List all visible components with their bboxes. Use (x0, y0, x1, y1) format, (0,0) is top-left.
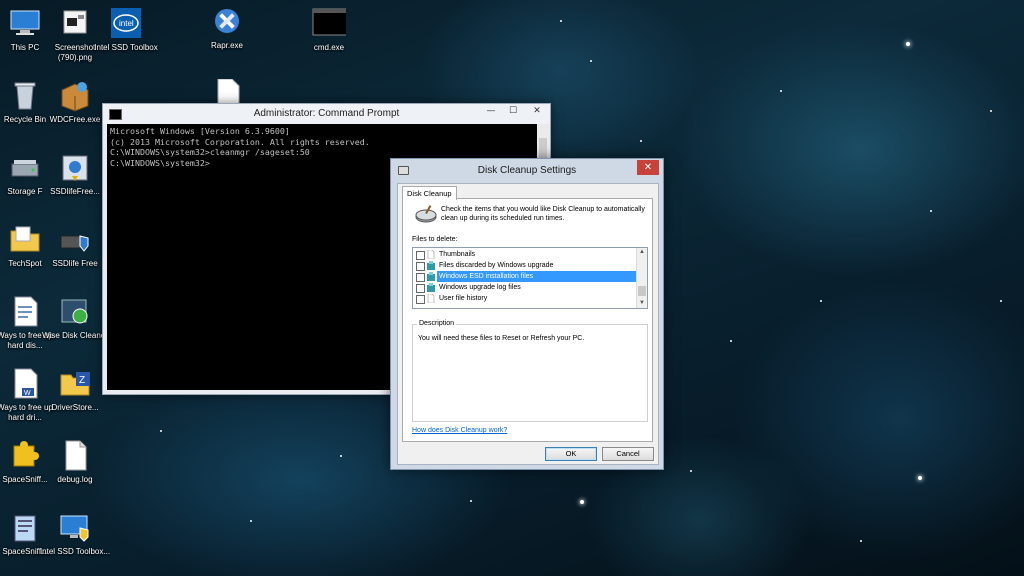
console-line: C:\WINDOWS\system32>cleanmgr /sageset:50 (110, 147, 310, 157)
list-item[interactable]: User file history (413, 293, 636, 304)
description-text: You will need these files to Reset or Re… (418, 335, 585, 342)
text-file-icon (58, 438, 92, 472)
checkbox[interactable] (416, 295, 425, 304)
list-item-label: Files discarded by Windows upgrade (439, 262, 554, 269)
desktop-icon-label: WDCFree.exe (49, 115, 101, 124)
box-icon (58, 78, 92, 112)
desktop-icon-intel-ssd-toolbox-2[interactable]: Intel SSD Toolbox... (39, 510, 111, 557)
description-group: Description You will need these files to… (412, 320, 648, 422)
desktop-icon-label: debug.log (57, 475, 93, 484)
intel-icon: intel (109, 6, 143, 40)
desktop-icon-label: Wise Disk Cleaner (42, 331, 108, 340)
tab-disk-cleanup[interactable]: Disk Cleanup (402, 186, 457, 200)
desktop-icon-label: cmd.exe (313, 43, 345, 52)
wrench-icon (210, 4, 244, 38)
disk-cleanup-icon (415, 205, 437, 223)
recycle-files-icon (427, 283, 435, 292)
desktop-icon-label: Intel SSD Toolbox... (39, 547, 111, 556)
recycle-files-icon (427, 261, 435, 270)
dialog-body: Disk Cleanup Check the items that you wo… (397, 183, 659, 465)
scroll-down-icon[interactable]: ▼ (637, 299, 647, 308)
scrollbar-thumb[interactable] (638, 286, 646, 296)
dialog-title: Disk Cleanup Settings (477, 165, 577, 176)
list-item[interactable]: Thumbnails (413, 249, 636, 260)
notepad-icon (8, 510, 42, 544)
help-link[interactable]: How does Disk Cleanup work? (412, 427, 507, 434)
recycle-bin-icon (8, 78, 42, 112)
image-file-icon (58, 6, 92, 40)
list-item-label: User file history (439, 295, 488, 302)
desktop-icon-rapr[interactable]: Rapr.exe (191, 4, 263, 51)
files-to-delete-list[interactable]: Thumbnails Files discarded by Windows up… (412, 247, 648, 309)
desktop-icon-driverstore[interactable]: Z DriverStore... (39, 366, 111, 413)
desktop-icon-wise-disk-cleaner[interactable]: Wise Disk Cleaner (39, 294, 111, 341)
close-button[interactable]: ✕ (637, 160, 659, 175)
description-label: Description (417, 320, 457, 327)
desktop-icon-debug-log[interactable]: debug.log (39, 438, 111, 485)
checkbox[interactable] (416, 262, 425, 271)
ok-button[interactable]: OK (545, 447, 597, 461)
intro-text: Check the items that you would like Disk… (441, 206, 645, 222)
disk-cleanup-settings-dialog[interactable]: Disk Cleanup Settings ✕ Disk Cleanup Che… (390, 158, 664, 470)
scroll-up-icon[interactable]: ▲ (637, 248, 647, 257)
list-item[interactable]: Windows ESD installation files (413, 271, 636, 282)
svg-text:intel: intel (119, 19, 134, 28)
desktop-icon-label: DriverStore... (51, 403, 99, 412)
folder-icon (8, 222, 42, 256)
list-item-label: Windows upgrade log files (439, 284, 521, 291)
console-line: Microsoft Windows [Version 6.3.9600] (110, 126, 290, 136)
list-item[interactable]: Windows upgrade log files (413, 282, 636, 293)
installer-icon (58, 150, 92, 184)
desktop-icon-label: Rapr.exe (210, 41, 244, 50)
desktop-icon-ssdlife[interactable]: SSDlife Free (39, 222, 111, 269)
checkbox[interactable] (416, 273, 425, 282)
minimize-button[interactable]: — (480, 104, 502, 118)
monitor-shield-icon (58, 510, 92, 544)
terminal-icon (312, 6, 348, 40)
file-icon (427, 249, 435, 260)
computer-icon (8, 6, 42, 40)
desktop-icon-intel-ssd[interactable]: intel Intel SSD Toolbox (90, 6, 162, 53)
desktop-icon-wdcfree[interactable]: WDCFree.exe (39, 78, 111, 125)
cleaner-icon (58, 294, 92, 328)
file-icon (427, 293, 435, 304)
cancel-button[interactable]: Cancel (602, 447, 654, 461)
console-line: (c) 2013 Microsoft Corporation. All righ… (110, 136, 370, 147)
word-document-icon: W (8, 366, 42, 400)
desktop-icon-label: SSDlifeFree... (50, 187, 100, 196)
desktop-icon-label: SSDlife Free (52, 259, 98, 268)
list-item-label: Thumbnails (439, 251, 476, 258)
list-item-label: Windows ESD installation files (437, 271, 636, 282)
puzzle-icon (8, 438, 42, 472)
tab-panel: Check the items that you would like Disk… (402, 198, 653, 442)
svg-text:Z: Z (79, 375, 85, 386)
desktop-icon-ssdlifefree[interactable]: SSDlifeFree... (39, 150, 111, 197)
list-item[interactable]: Files discarded by Windows upgrade (413, 260, 636, 271)
desktop-icon-cmd[interactable]: cmd.exe (293, 6, 365, 53)
document-icon (8, 294, 42, 328)
checkbox[interactable] (416, 284, 425, 293)
zip-folder-icon: Z (58, 366, 92, 400)
maximize-button[interactable]: ☐ (502, 104, 524, 118)
close-button[interactable]: ✕ (526, 104, 548, 118)
recycle-files-icon (427, 272, 435, 281)
svg-text:W: W (24, 390, 31, 397)
list-scrollbar[interactable]: ▲ ▼ (636, 248, 647, 308)
cmd-titlebar[interactable]: Administrator: Command Prompt — ☐ ✕ (103, 104, 550, 124)
drive-shield-icon (58, 222, 92, 256)
drive-icon (8, 150, 42, 184)
files-to-delete-label: Files to delete: (412, 236, 458, 243)
checkbox[interactable] (416, 251, 425, 260)
dialog-titlebar[interactable]: Disk Cleanup Settings ✕ (391, 159, 663, 181)
desktop-icon-label: Intel SSD Toolbox (94, 43, 158, 52)
